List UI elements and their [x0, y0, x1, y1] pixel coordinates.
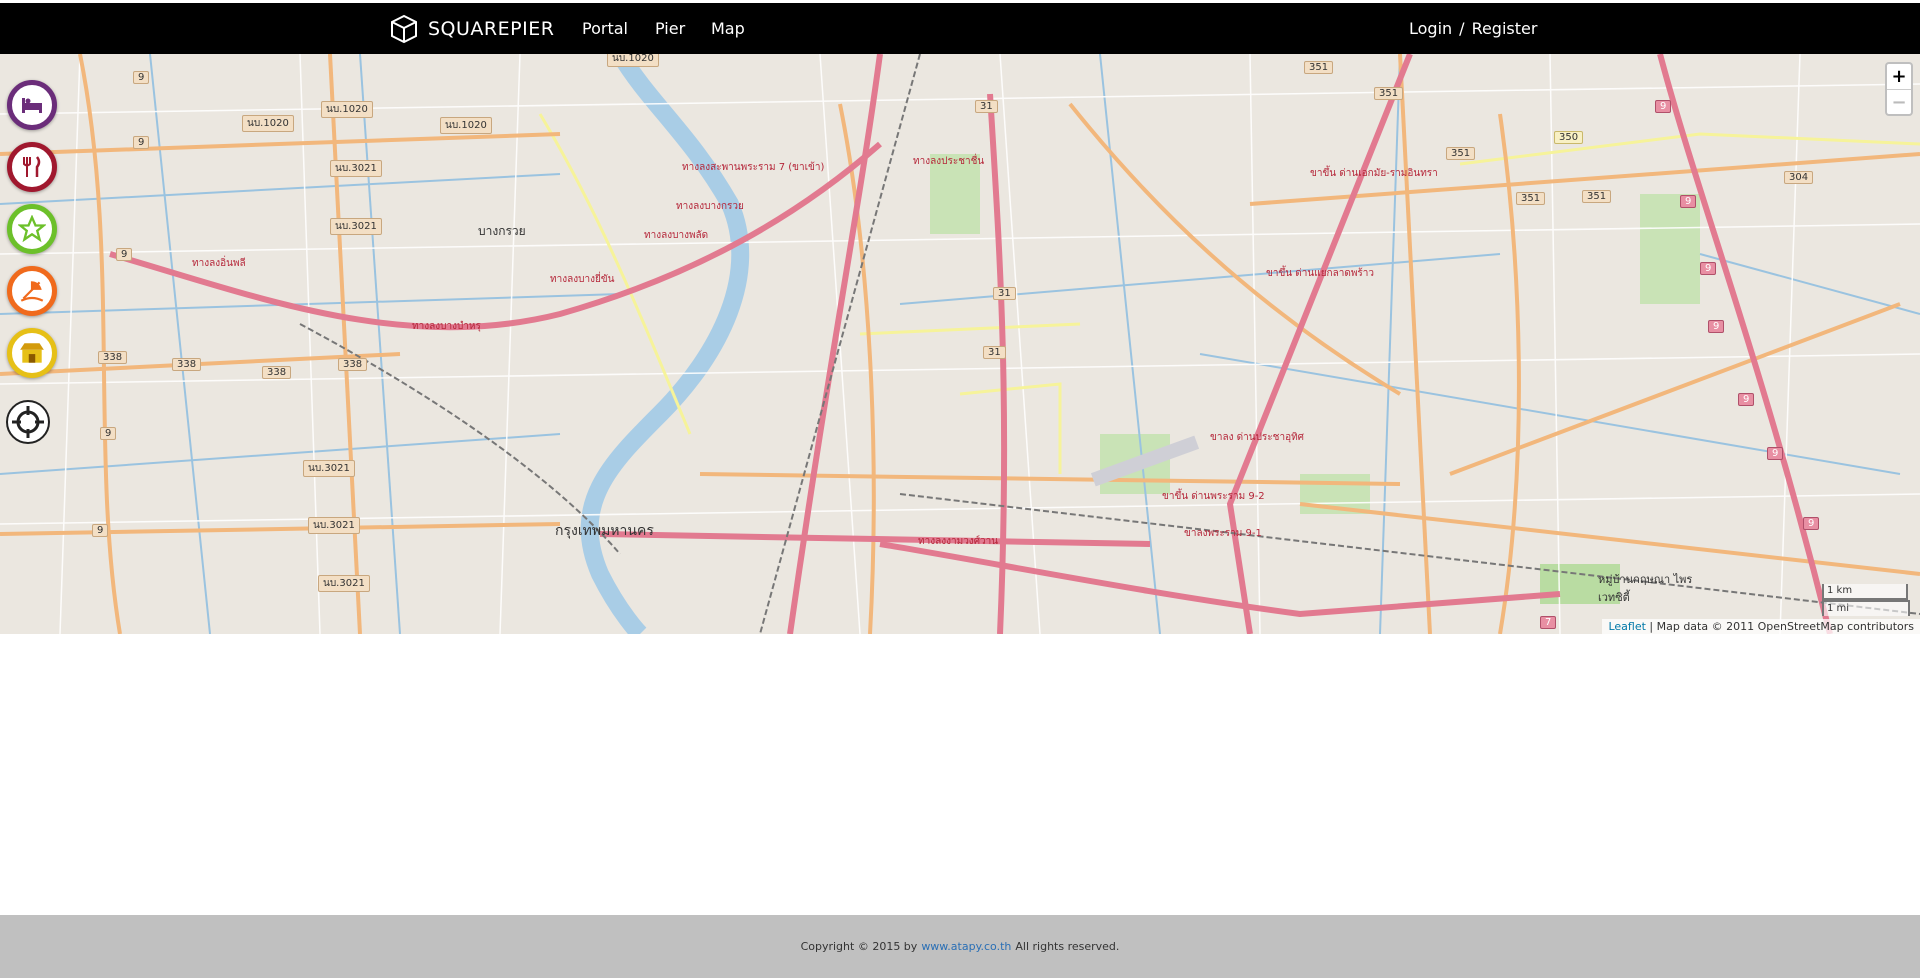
store-icon [20, 343, 44, 363]
scale-km: 1 km [1822, 584, 1908, 600]
cube-logo-icon [391, 14, 417, 43]
locate-button[interactable] [6, 400, 50, 444]
map-label: ทางลงบางยี่ขัน [550, 274, 615, 285]
footer: Copyright © 2015 by www.atapy.co.th All … [0, 915, 1920, 978]
road-shield: 9 [133, 136, 150, 149]
road-shield: 9 [116, 248, 133, 261]
scale-bar: 1 km 1 mi [1822, 584, 1910, 616]
category-hotel-button[interactable] [7, 80, 57, 130]
map-label: ขาลง ด่านประชาอุทิศ [1210, 432, 1305, 443]
copyright-text: Copyright © 2015 by [800, 940, 918, 953]
category-restaurant-button[interactable] [7, 142, 57, 192]
road-shield: 9 [1767, 447, 1784, 460]
road-shield: 9 [1680, 195, 1697, 208]
map-label: ทางลงบางบำหรุ [412, 321, 481, 332]
road-shield: 9 [100, 427, 117, 440]
road-shield: นบ.3021 [308, 517, 360, 534]
road-shield: 350 [1554, 131, 1584, 144]
road-shield: 31 [993, 287, 1016, 300]
map-label: ทางลงบางพลัด [644, 230, 709, 241]
road-shield: นบ.1020 [242, 115, 294, 132]
navbar: SQUAREPIER Portal Pier Map Login / Regis… [0, 3, 1920, 54]
beach-icon [20, 281, 44, 302]
road-shield: 7 [1540, 616, 1557, 629]
road-shield: 9 [1738, 393, 1755, 406]
brand-name: SQUAREPIER [428, 17, 555, 40]
map-attribution: Leaflet | Map data © 2011 OpenStreetMap … [1602, 619, 1920, 634]
brand-logo[interactable]: SQUAREPIER [388, 3, 554, 54]
road-shield: นบ.3021 [303, 460, 355, 477]
map-label: ทางลงงามวงศ์วาน [918, 536, 999, 547]
road-shield: 31 [975, 100, 998, 113]
zoom-control: + − [1885, 62, 1913, 116]
zoom-out-button[interactable]: − [1887, 89, 1911, 114]
road-shield: นบ.1020 [321, 101, 373, 118]
nav-portal[interactable]: Portal [582, 3, 628, 54]
zoom-in-button[interactable]: + [1887, 64, 1911, 89]
map-label: กรุงเทพมหานคร [555, 523, 654, 539]
category-beach-button[interactable] [7, 266, 57, 316]
road-shield: 9 [1803, 517, 1820, 530]
auth-separator: / [1459, 19, 1465, 38]
road-shield: 9 [92, 524, 109, 537]
road-shield: 304 [1784, 171, 1814, 184]
footer-link[interactable]: www.atapy.co.th [921, 940, 1011, 953]
map-label: ขาขึ้น ด่านพระราม 9-2 [1162, 491, 1265, 502]
map-label: ทางลงอิ่นพลี [192, 258, 246, 269]
nav-map[interactable]: Map [711, 3, 745, 54]
crosshair-icon [12, 406, 44, 438]
map-label: ขาขึ้น ด่านเอกมัย-รามอินทรา [1310, 168, 1438, 179]
road-shield: 9 [133, 71, 150, 84]
fork-knife-icon [23, 156, 41, 177]
map-label: ขาขึ้น ด่านแยกลาดพร้าว [1266, 268, 1375, 279]
auth-links: Login / Register [1409, 3, 1537, 54]
map-label: บางกรวย [478, 224, 526, 238]
road-shield: นบ.1020 [607, 54, 659, 67]
road-shield: 351 [1374, 87, 1404, 100]
map-label: ขาลงพระราม 9-1 [1184, 528, 1262, 539]
attribution-text: | Map data © 2011 OpenStreetMap contribu… [1649, 620, 1914, 633]
road-shield: 351 [1446, 147, 1476, 160]
road-shield: 351 [1516, 192, 1546, 205]
road-shield: 338 [338, 358, 368, 371]
road-shield: 351 [1304, 61, 1334, 74]
road-shield: นบ.3021 [330, 160, 382, 177]
category-shopping-button[interactable] [7, 328, 57, 378]
road-shield: 31 [983, 346, 1006, 359]
bed-icon [22, 98, 42, 113]
rights-text: All rights reserved. [1015, 940, 1120, 953]
star-icon [18, 215, 46, 243]
road-shield: 9 [1708, 320, 1725, 333]
road-shield: นบ.1020 [440, 117, 492, 134]
map-label: หมู่บ้านกฤษณา ไพรเวทซิตี้ [1598, 573, 1693, 604]
leaflet-link[interactable]: Leaflet [1608, 620, 1645, 633]
road-shield: 338 [98, 351, 128, 364]
register-link[interactable]: Register [1472, 3, 1538, 54]
map-label: ทางลงบางกรวย [676, 201, 744, 212]
road-shield: นบ.3021 [318, 575, 370, 592]
scale-mi: 1 mi [1822, 600, 1910, 616]
road-shield: 9 [1700, 262, 1717, 275]
login-link[interactable]: Login [1409, 3, 1452, 54]
map-label: ทางลงสะพานพระราม 7 (ขาเข้า) [682, 162, 825, 173]
road-shield: 338 [262, 366, 292, 379]
nav-pier[interactable]: Pier [655, 3, 685, 54]
road-shield: นบ.3021 [330, 218, 382, 235]
map-container[interactable]: ทางลงสะพานพระราม 7 (ขาเข้า) ทางลงบางกรวย… [0, 54, 1920, 634]
road-shield: 351 [1582, 190, 1612, 203]
road-shield: 338 [172, 358, 202, 371]
road-shield: 9 [1655, 100, 1672, 113]
map-label: ทางลงประชาชื่น [913, 156, 985, 167]
category-attraction-button[interactable] [7, 204, 57, 254]
